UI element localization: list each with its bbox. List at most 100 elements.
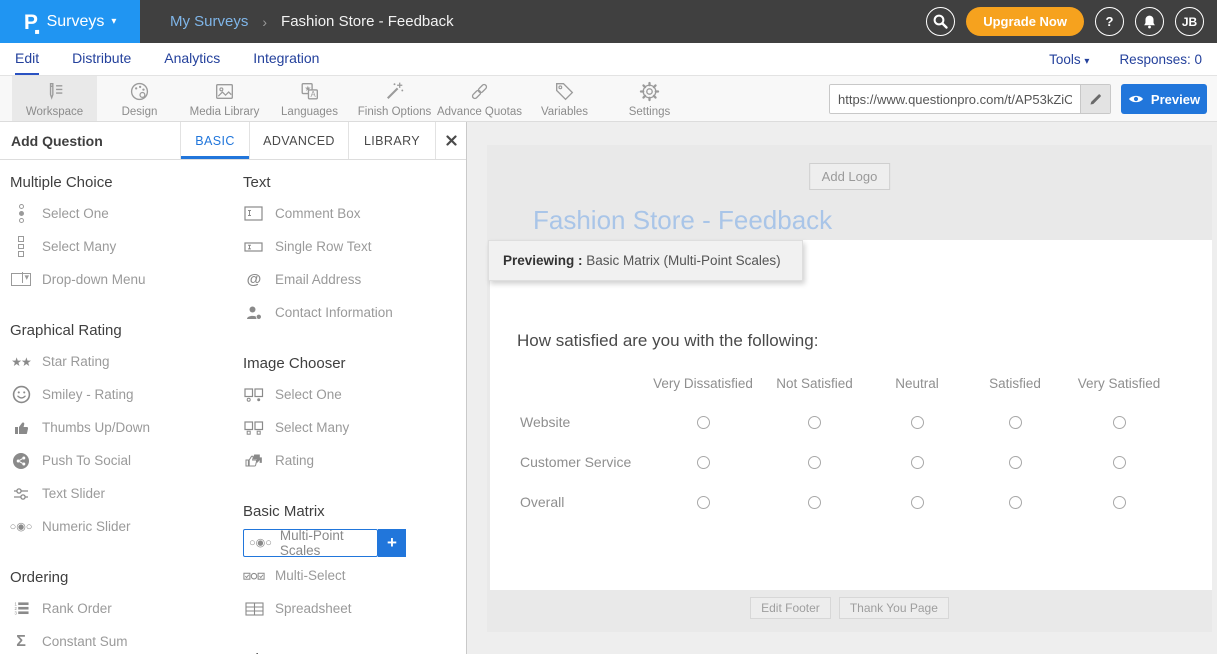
qtype-multi-point-scales[interactable]: ○◉○ Multi-Point Scales	[243, 529, 378, 557]
matrix-cell	[1064, 442, 1174, 482]
radio-customer-service-very-dissatisfied[interactable]	[697, 456, 710, 469]
qtype-dropdown-menu[interactable]: Drop-down Menu	[10, 263, 232, 296]
upgrade-now-button[interactable]: Upgrade Now	[966, 7, 1084, 36]
search-icon	[932, 13, 949, 30]
matrix-col-not-satisfied: Not Satisfied	[761, 374, 868, 394]
radio-website-very-satisfied[interactable]	[1113, 416, 1126, 429]
radio-website-not-satisfied[interactable]	[808, 416, 821, 429]
qtype-image-rating[interactable]: Rating	[243, 444, 461, 477]
responses-count[interactable]: Responses: 0	[1119, 52, 1202, 67]
survey-footer: Edit Footer Thank You Page	[487, 590, 1212, 632]
toolbar-design[interactable]: Design	[97, 76, 182, 121]
numeric-slider-icon: ○◉○	[10, 520, 32, 533]
tools-dropdown[interactable]: Tools ▾	[1049, 52, 1089, 67]
search-button[interactable]	[926, 7, 955, 36]
section-graphical-rating: Graphical Rating	[10, 322, 232, 342]
thumb-up-icon	[10, 420, 32, 435]
radio-overall-satisfied[interactable]	[1009, 496, 1022, 509]
section-text: Text	[243, 174, 461, 194]
questionpro-logo-icon: P	[23, 10, 37, 32]
qtype-email-address[interactable]: @ Email Address	[243, 263, 461, 296]
multi-select-icon	[243, 569, 265, 583]
qtype-contact-information[interactable]: Contact Information	[243, 296, 461, 329]
toolbar-variables[interactable]: Variables	[522, 76, 607, 121]
matrix-cell	[868, 482, 966, 522]
question-types-column-1: Multiple Choice Select One Select Many D…	[10, 160, 232, 654]
radio-overall-neutral[interactable]	[911, 496, 924, 509]
radio-customer-service-satisfied[interactable]	[1009, 456, 1022, 469]
matrix-col-very-satisfied: Very Satisfied	[1064, 374, 1174, 394]
nav-tab-edit[interactable]: Edit	[15, 43, 39, 75]
qtype-comment-box[interactable]: Comment Box	[243, 197, 461, 230]
tab-basic[interactable]: BASIC	[180, 122, 249, 159]
chevron-down-icon: ▾	[111, 16, 116, 27]
breadcrumb-my-surveys[interactable]: My Surveys	[170, 13, 248, 30]
help-button[interactable]: ?	[1095, 7, 1124, 36]
toolbar-advance-quotas[interactable]: Advance Quotas	[437, 76, 522, 121]
qtype-image-select-one[interactable]: Select One	[243, 378, 461, 411]
magic-wand-icon	[382, 79, 407, 104]
qtype-thumbs-up-down[interactable]: Thumbs Up/Down	[10, 411, 232, 444]
qtype-multi-point-scales-selected: ○◉○ Multi-Point Scales +	[243, 526, 461, 559]
product-switcher[interactable]: P Surveys ▾	[0, 0, 140, 43]
radio-customer-service-not-satisfied[interactable]	[808, 456, 821, 469]
toolbar-right: Preview	[829, 84, 1207, 114]
qtype-constant-sum[interactable]: Σ Constant Sum	[10, 625, 232, 654]
radio-customer-service-neutral[interactable]	[911, 456, 924, 469]
add-logo-button[interactable]: Add Logo	[809, 163, 891, 190]
toolbar-finish-options[interactable]: Finish Options	[352, 76, 437, 121]
toolbar-settings[interactable]: Settings	[607, 76, 692, 121]
nav-tab-integration[interactable]: Integration	[253, 43, 319, 75]
tab-advanced[interactable]: ADVANCED	[249, 122, 348, 159]
add-question-plus-button[interactable]: +	[378, 529, 406, 557]
radio-overall-not-satisfied[interactable]	[808, 496, 821, 509]
qtype-select-many[interactable]: Select Many	[10, 230, 232, 263]
tab-library[interactable]: LIBRARY	[348, 122, 435, 159]
qtype-multi-select[interactable]: Multi-Select	[243, 559, 461, 592]
radio-overall-very-satisfied[interactable]	[1113, 496, 1126, 509]
survey-url-input[interactable]	[830, 85, 1080, 113]
qtype-image-select-many[interactable]: Select Many	[243, 411, 461, 444]
nav-tab-analytics[interactable]: Analytics	[164, 43, 220, 75]
matrix-cell	[868, 442, 966, 482]
user-avatar[interactable]: JB	[1175, 7, 1204, 36]
qtype-push-to-social[interactable]: Push To Social	[10, 444, 232, 477]
radio-customer-service-very-satisfied[interactable]	[1113, 456, 1126, 469]
matrix-cell	[645, 482, 761, 522]
radio-website-satisfied[interactable]	[1009, 416, 1022, 429]
close-icon	[446, 135, 457, 146]
svg-text:3: 3	[14, 611, 17, 616]
qtype-single-row-text[interactable]: Single Row Text	[243, 230, 461, 263]
edit-footer-button[interactable]: Edit Footer	[750, 597, 831, 619]
qtype-smiley-rating[interactable]: Smiley - Rating	[10, 378, 232, 411]
qtype-spreadsheet[interactable]: Spreadsheet	[243, 592, 461, 625]
nav-tabs: Edit Distribute Analytics Integration	[0, 43, 319, 75]
qtype-star-rating[interactable]: ★★ Star Rating	[10, 345, 232, 378]
radio-website-neutral[interactable]	[911, 416, 924, 429]
notifications-button[interactable]	[1135, 7, 1164, 36]
palette-icon	[127, 79, 152, 104]
qtype-text-slider[interactable]: Text Slider	[10, 477, 232, 510]
toolbar-languages[interactable]: ★ A Languages	[267, 76, 352, 121]
qtype-numeric-slider[interactable]: ○◉○ Numeric Slider	[10, 510, 232, 543]
section-ordering: Ordering	[10, 569, 232, 589]
edit-url-button[interactable]	[1080, 85, 1110, 113]
nav-tab-distribute[interactable]: Distribute	[72, 43, 131, 75]
questionpro-app: P Surveys ▾ My Surveys › Fashion Store -…	[0, 0, 1217, 654]
avatar-initials: JB	[1182, 15, 1197, 29]
previewing-value: Basic Matrix (Multi-Point Scales)	[586, 253, 780, 268]
toolbar-workspace[interactable]: Workspace	[12, 76, 97, 121]
preview-button[interactable]: Preview	[1121, 84, 1207, 114]
radio-overall-very-dissatisfied[interactable]	[697, 496, 710, 509]
close-panel-button[interactable]	[435, 122, 466, 159]
toolbar-media-library[interactable]: Media Library	[182, 76, 267, 121]
qtype-rank-order[interactable]: 123 Rank Order	[10, 592, 232, 625]
matrix-row-overall: Overall	[520, 482, 645, 522]
qtype-select-one[interactable]: Select One	[10, 197, 232, 230]
thank-you-page-button[interactable]: Thank You Page	[839, 597, 949, 619]
breadcrumb: My Surveys › Fashion Store - Feedback	[140, 13, 454, 30]
comment-box-icon	[243, 206, 265, 222]
tag-icon	[552, 79, 577, 104]
survey-url-box	[829, 84, 1111, 114]
radio-website-very-dissatisfied[interactable]	[697, 416, 710, 429]
